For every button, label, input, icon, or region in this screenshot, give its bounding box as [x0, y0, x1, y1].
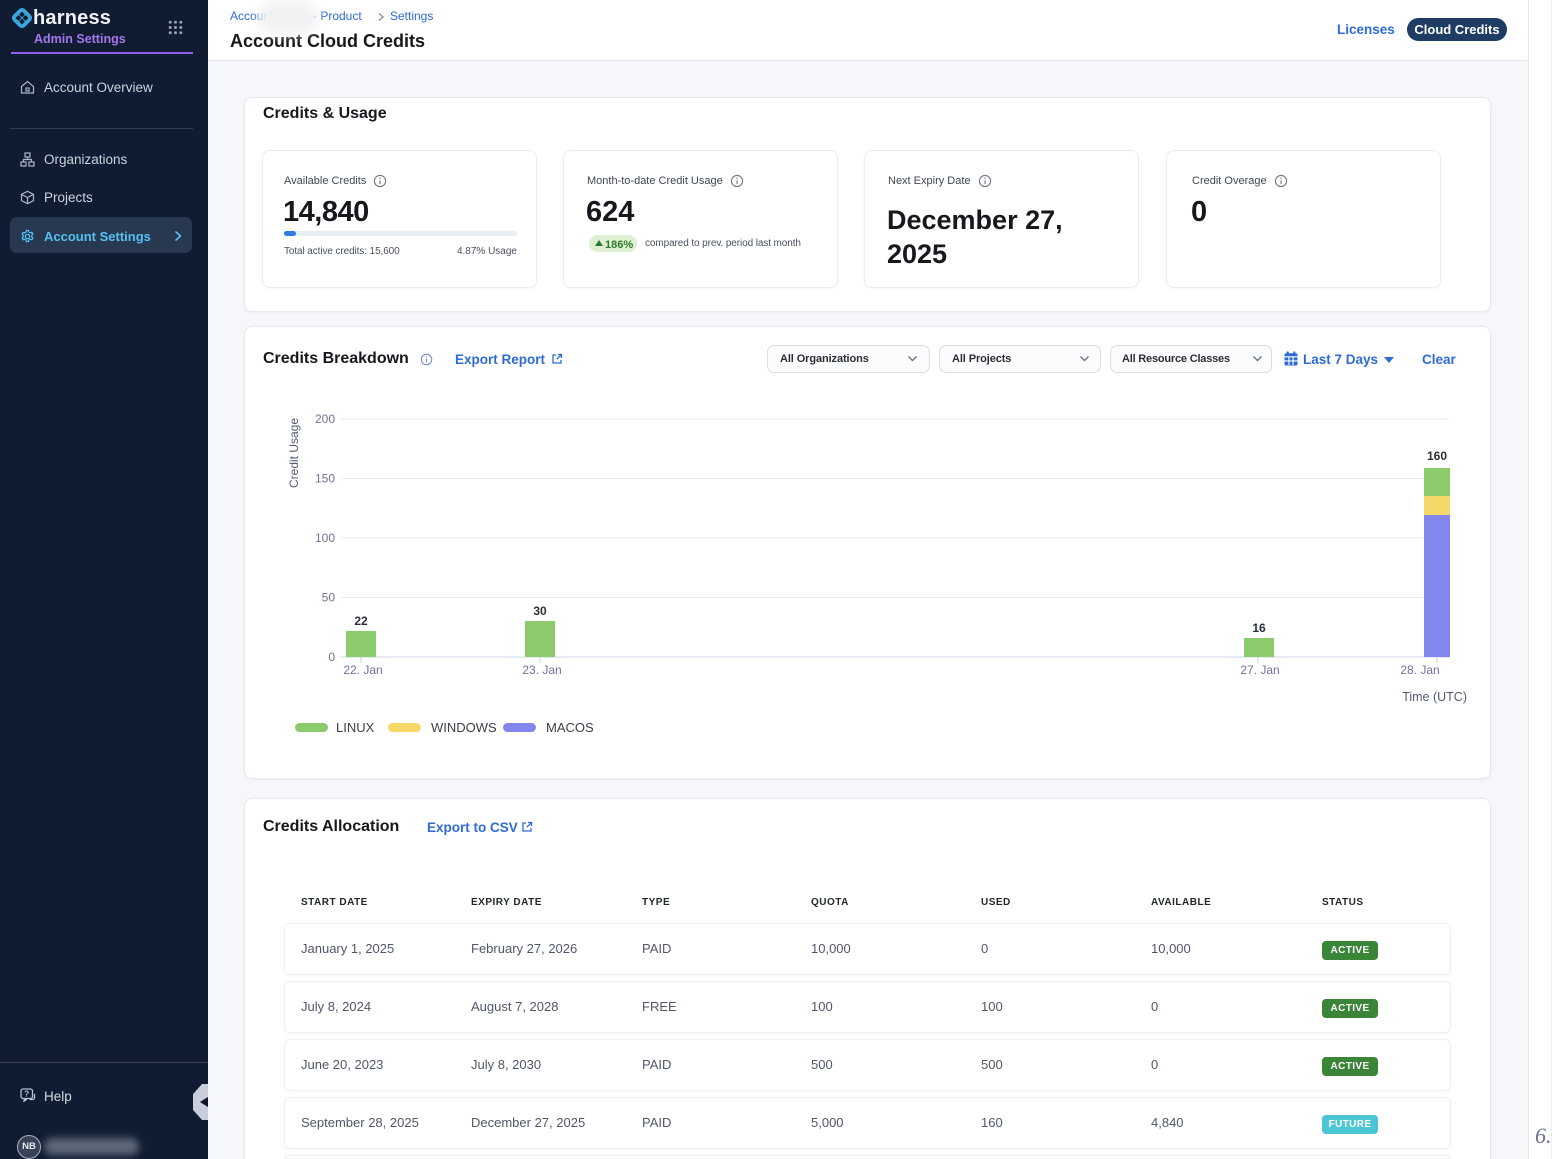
svg-text:22: 22	[354, 614, 368, 628]
svg-text:0: 0	[328, 650, 335, 664]
svg-text:30: 30	[533, 604, 547, 618]
svg-text:16: 16	[1252, 621, 1266, 635]
svg-text:Time (UTC): Time (UTC)	[1402, 690, 1467, 704]
svg-text:200: 200	[315, 412, 335, 426]
svg-text:MACOS: MACOS	[546, 720, 594, 735]
svg-text:23. Jan: 23. Jan	[522, 663, 561, 677]
svg-text:50: 50	[322, 591, 336, 605]
svg-text:28. Jan: 28. Jan	[1400, 663, 1439, 677]
svg-text:?: ?	[24, 1090, 29, 1099]
svg-text:100: 100	[315, 531, 335, 545]
svg-text:Credit Usage: Credit Usage	[287, 418, 301, 488]
svg-text:27. Jan: 27. Jan	[1240, 663, 1279, 677]
svg-text:LINUX: LINUX	[336, 720, 375, 735]
svg-text:WINDOWS: WINDOWS	[431, 720, 497, 735]
svg-text:150: 150	[315, 472, 335, 486]
svg-text:22. Jan: 22. Jan	[343, 663, 382, 677]
svg-text:160: 160	[1427, 449, 1447, 463]
